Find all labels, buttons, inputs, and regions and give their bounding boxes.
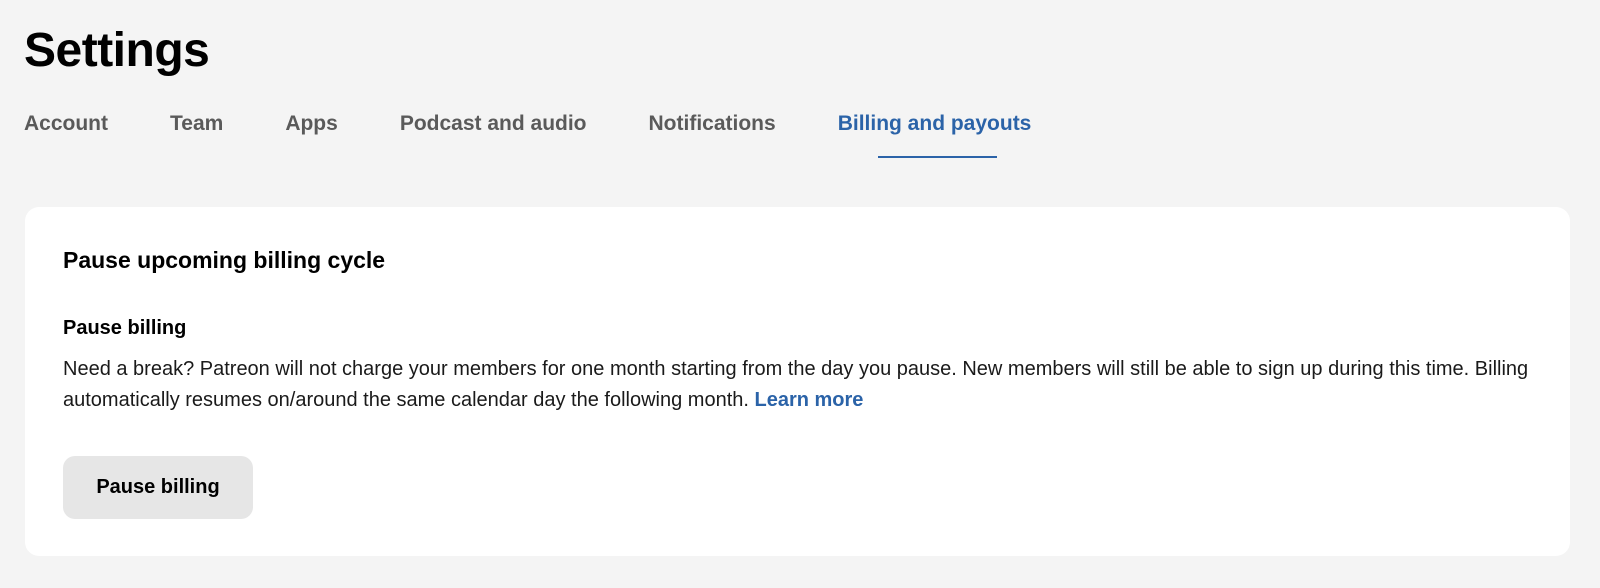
card-title: Pause upcoming billing cycle (63, 247, 386, 273)
tab-podcast-and-audio[interactable]: Podcast and audio (400, 108, 587, 140)
tab-account[interactable]: Account (24, 108, 108, 140)
pause-billing-description: Need a break? Patreon will not charge yo… (63, 354, 1533, 416)
tab-apps[interactable]: Apps (285, 108, 338, 140)
pause-billing-button[interactable]: Pause billing (63, 456, 253, 519)
pause-billing-label: Pause billing (63, 317, 187, 339)
active-tab-underline (877, 156, 998, 158)
tab-billing-and-payouts-label: Billing and payouts (837, 112, 1032, 135)
page-title: Settings (24, 24, 210, 77)
learn-more-link[interactable]: Learn more (755, 389, 864, 411)
tab-notifications[interactable]: Notifications (649, 108, 776, 140)
pause-billing-card: Pause upcoming billing cycle Pause billi… (25, 207, 1570, 556)
settings-tabs: Account Team Apps Podcast and audio Noti… (24, 108, 1093, 158)
tab-billing-and-payouts[interactable]: Billing and payouts (837, 108, 1032, 158)
tab-team[interactable]: Team (170, 108, 223, 140)
